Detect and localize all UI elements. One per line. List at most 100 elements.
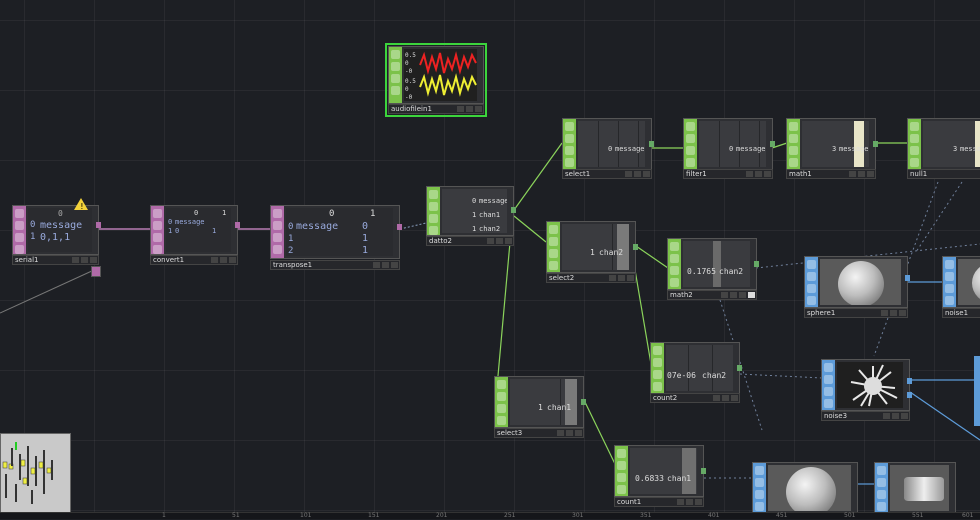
pin-button[interactable] [475, 106, 482, 112]
output-connector[interactable] [96, 222, 101, 228]
viewer-toggle-button[interactable] [881, 310, 888, 316]
pin-button[interactable] [90, 257, 97, 263]
node-count2[interactable]: 07e-06 chan2 count2 [650, 342, 742, 404]
output-connector[interactable] [907, 378, 912, 384]
clone-button[interactable] [81, 257, 88, 263]
pin-button[interactable] [643, 171, 650, 177]
viewer-toggle-button[interactable] [625, 171, 632, 177]
node-cylinder-bottom[interactable] [874, 462, 956, 514]
col-header: 1 [370, 209, 376, 219]
viewer-toggle-button[interactable] [677, 499, 684, 505]
clone-button[interactable] [686, 499, 693, 505]
node-label: audiofilein1 [388, 104, 484, 114]
row-index: 2 [288, 246, 294, 256]
clone-button[interactable] [730, 292, 737, 298]
node-sphere-bottom[interactable] [752, 462, 858, 514]
pin-button[interactable] [505, 238, 512, 244]
viewer-toggle-button[interactable] [373, 262, 380, 268]
plus-icon[interactable] [748, 292, 755, 298]
node-count1[interactable]: 0.6833 chan1 count1 [614, 445, 706, 507]
node-noise1[interactable]: noise1 [942, 256, 980, 318]
chan-index: 0 [729, 145, 734, 153]
output-connector[interactable] [905, 275, 910, 281]
pin-button[interactable] [627, 275, 634, 281]
pin-button[interactable] [575, 430, 582, 436]
clone-button[interactable] [466, 106, 473, 112]
viewer-toggle-button[interactable] [883, 413, 890, 419]
viewer-toggle-button[interactable] [72, 257, 79, 263]
wire-count2-export [739, 373, 823, 379]
timeline-ruler[interactable]: 1 51 101 151 201 251 301 351 401 451 501… [0, 512, 980, 519]
warning-icon[interactable]: ! [74, 198, 88, 210]
output-connector[interactable] [649, 141, 654, 147]
output-connector[interactable] [754, 261, 759, 267]
node-offscreen-right[interactable] [974, 356, 980, 426]
node-select1[interactable]: 0 message select1 [562, 118, 654, 180]
node-partial-panel[interactable] [0, 433, 71, 517]
node-math1[interactable]: 3 message math1 [786, 118, 878, 180]
output-connector[interactable] [235, 222, 240, 228]
viewer-toggle-button[interactable] [721, 292, 728, 298]
pin-button[interactable] [739, 292, 746, 298]
clone-button[interactable] [496, 238, 503, 244]
viewer-toggle-button[interactable] [713, 395, 720, 401]
output-connector[interactable] [701, 468, 706, 474]
ruler-tick: 451 [776, 512, 788, 519]
pin-button[interactable] [899, 310, 906, 316]
pin-button[interactable] [764, 171, 771, 177]
output-connector[interactable] [581, 399, 586, 405]
output-connector[interactable] [633, 244, 638, 250]
node-convert1[interactable]: 0 1 0 message 1 0 1 convert1 [150, 205, 240, 265]
viewer-toggle-button[interactable] [609, 275, 616, 281]
viewer-toggle-button[interactable] [211, 257, 218, 263]
node-transpose1[interactable]: 0 1 0 message 0 1 1 2 1 transpose1 [270, 205, 402, 271]
node-select3[interactable]: 1 chan1 select3 [494, 376, 586, 438]
viewer-toggle-button[interactable] [849, 171, 856, 177]
display-icon [617, 473, 626, 482]
viewer-toggle-button[interactable] [746, 171, 753, 177]
output-connector[interactable] [511, 207, 516, 213]
output-connector[interactable] [397, 224, 402, 230]
output-connector[interactable] [737, 365, 742, 371]
clone-button[interactable] [722, 395, 729, 401]
node-name: math2 [670, 291, 693, 299]
node-filter1[interactable]: 0 message filter1 [683, 118, 775, 180]
output-arrow-icon[interactable] [91, 266, 101, 277]
clone-button[interactable] [858, 171, 865, 177]
viewer-toggle-button[interactable] [487, 238, 494, 244]
clone-button[interactable] [220, 257, 227, 263]
node-select2[interactable]: 1 chan2 select2 [546, 221, 638, 283]
clone-button[interactable] [755, 171, 762, 177]
node-noise3[interactable]: noise3 [821, 359, 912, 421]
clone-button[interactable] [382, 262, 389, 268]
clone-button[interactable] [618, 275, 625, 281]
col-header: 0 [329, 209, 335, 219]
viewer-toggle-button[interactable] [557, 430, 564, 436]
node-datto2[interactable]: 0 message 1 chan1 1 chan2 datto2 [426, 186, 516, 246]
pin-button[interactable] [391, 262, 398, 268]
clone-button[interactable] [634, 171, 641, 177]
viewer-toggle-button[interactable] [457, 106, 464, 112]
clone-button[interactable] [892, 413, 899, 419]
lock-icon [755, 502, 764, 511]
pin-button[interactable] [901, 413, 908, 419]
node-null1[interactable]: 3 message null1 [907, 118, 980, 180]
pin-button[interactable] [731, 395, 738, 401]
pin-button[interactable] [695, 499, 702, 505]
pin-button[interactable] [867, 171, 874, 177]
display-icon [945, 284, 954, 293]
node-name: noise3 [824, 412, 848, 420]
node-serial1[interactable]: 0 0 message 1 0,1,1 ! serial1 [12, 198, 101, 277]
node-math2[interactable]: 0.1765 chan2 math2 [667, 238, 759, 300]
output-connector[interactable] [873, 141, 878, 147]
display-icon [15, 233, 24, 242]
output-connector[interactable] [770, 141, 775, 147]
clone-button[interactable] [890, 310, 897, 316]
pin-button[interactable] [229, 257, 236, 263]
node-sphere1[interactable]: sphere1 [804, 256, 910, 318]
output-connector[interactable] [907, 392, 912, 398]
node-audiofilein1[interactable]: 0.5 0 -0 0.5 0 -0 audiofilein1 [385, 43, 487, 117]
chan-name: chan1 [667, 474, 692, 483]
node-side-icons [389, 47, 402, 103]
clone-button[interactable] [566, 430, 573, 436]
